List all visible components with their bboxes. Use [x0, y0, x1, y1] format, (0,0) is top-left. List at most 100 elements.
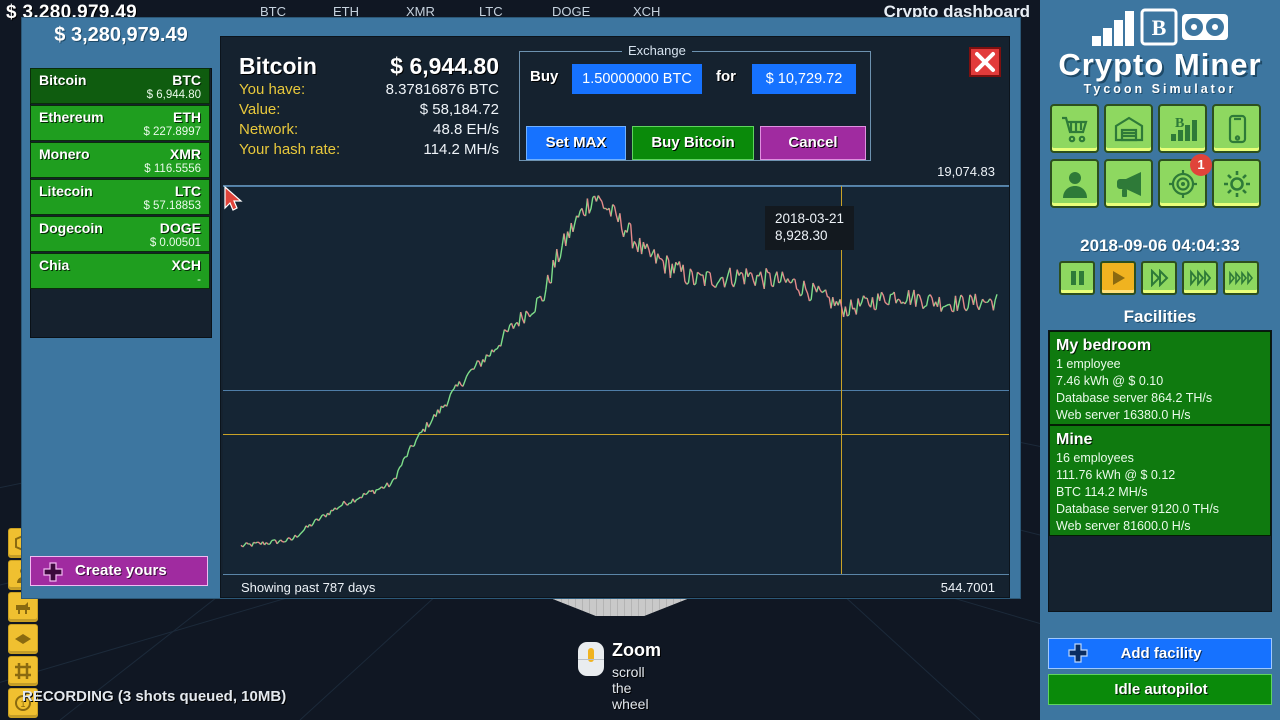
facility-name: Mine — [1056, 431, 1093, 448]
nav-icon-grid: B 1 — [1050, 104, 1278, 214]
play-button[interactable] — [1100, 261, 1136, 295]
facility-name: My bedroom — [1056, 337, 1152, 354]
info-value: $ 58,184.72 — [419, 101, 499, 118]
crypto-exchange-window: $ 3,280,979.49 Bitcoin BTC $ 6,944.80 Et… — [22, 18, 1020, 598]
info-row-network: Network: 48.8 EH/s — [239, 121, 499, 141]
facility-line: 111.76 kWh @ $ 0.12 — [1056, 468, 1176, 482]
pause-button[interactable] — [1059, 261, 1095, 295]
buy-amount-input[interactable] — [572, 64, 702, 94]
fast-forward-2x-button[interactable] — [1141, 261, 1177, 295]
svg-text:B: B — [1152, 15, 1167, 40]
person-icon[interactable] — [1050, 159, 1099, 208]
facility-line: Database server 9120.0 TH/s — [1056, 502, 1220, 516]
bitcoin-chart-icon[interactable]: B — [1158, 104, 1207, 153]
coin-row-chia[interactable]: Chia XCH - — [30, 253, 210, 289]
coin-name: Monero — [39, 146, 90, 162]
app-subtitle: Tycoon Simulator — [1083, 82, 1237, 96]
gear-icon[interactable] — [1212, 159, 1261, 208]
coin-detail-price: $ 6,944.80 — [390, 53, 499, 79]
coin-price: $ 0.00501 — [149, 237, 201, 249]
tooltip-date: 2018-03-21 — [775, 211, 845, 226]
coin-ticker: BTC — [172, 72, 201, 88]
exchange-panel: Exchange Buy for Set MAX Buy Bitcoin Can… — [519, 43, 871, 161]
mouse-cursor-icon — [224, 186, 243, 211]
facility-line: 1 employee — [1056, 357, 1121, 371]
smartphone-icon[interactable] — [1212, 104, 1261, 153]
megaphone-icon[interactable] — [1104, 159, 1153, 208]
coin-row-monero[interactable]: Monero XMR $ 116.5556 — [30, 142, 210, 178]
coin-price: $ 116.5556 — [144, 163, 201, 175]
chart-max-label: 19,074.83 — [937, 164, 995, 179]
target-icon[interactable]: 1 — [1158, 154, 1212, 208]
facility-line: 7.46 kWh @ $ 0.10 — [1056, 374, 1164, 388]
coin-row-dogecoin[interactable]: Dogecoin DOGE $ 0.00501 — [30, 216, 210, 252]
ticker-eth[interactable]: ETH — [333, 4, 359, 19]
svg-text:B: B — [1175, 116, 1184, 131]
facility-line: 16 employees — [1056, 451, 1134, 465]
facility-card-my-bedroom[interactable]: My bedroom 1 employee 7.46 kWh @ $ 0.10 … — [1049, 331, 1271, 425]
coin-detail-title: Bitcoin — [239, 53, 317, 79]
zoom-hint-sub: scroll the wheel — [612, 664, 649, 712]
info-value: 48.8 EH/s — [433, 121, 499, 138]
facilities-title: Facilities — [1123, 307, 1197, 326]
ticker-doge[interactable]: DOGE — [552, 4, 590, 19]
info-row-you-have: You have: 8.37816876 BTC — [239, 81, 499, 101]
ticker-xch[interactable]: XCH — [633, 4, 660, 19]
ticker-ltc[interactable]: LTC — [479, 4, 503, 19]
info-key: Your hash rate: — [239, 141, 341, 158]
shopping-cart-icon[interactable] — [1050, 104, 1099, 153]
set-max-button[interactable]: Set MAX — [526, 126, 626, 160]
coin-name: Ethereum — [39, 109, 104, 125]
coin-ticker: ETH — [173, 109, 201, 125]
fast-forward-3x-button[interactable] — [1182, 261, 1218, 295]
coin-name: Chia — [39, 257, 70, 273]
speed-controls — [1059, 261, 1264, 295]
coin-price: - — [197, 274, 201, 286]
idle-autopilot-button[interactable]: Idle autopilot — [1048, 674, 1272, 705]
coin-row-bitcoin[interactable]: Bitcoin BTC $ 6,944.80 — [30, 68, 210, 104]
coin-list[interactable]: Bitcoin BTC $ 6,944.80 Ethereum ETH $ 22… — [30, 68, 210, 290]
facility-card-mine[interactable]: Mine 16 employees 111.76 kWh @ $ 0.12 BT… — [1049, 425, 1271, 536]
buy-bitcoin-button[interactable]: Buy Bitcoin — [632, 126, 754, 160]
create-yours-button[interactable]: Create yours — [30, 556, 208, 586]
ticker-btc[interactable]: BTC — [260, 4, 286, 19]
logo-mark: B — [1090, 6, 1230, 53]
tooltip-price: 8,928.30 — [775, 228, 828, 243]
app-logo: Crypto Miner Tycoon Simulator — [1040, 48, 1280, 97]
coin-price: $ 6,944.80 — [146, 89, 201, 101]
coin-price: $ 57.18853 — [143, 200, 201, 212]
buy-word: Buy — [530, 68, 559, 85]
gem-icon[interactable] — [8, 624, 38, 654]
chart-min-label: 544.7001 — [940, 580, 995, 595]
grid-icon[interactable] — [8, 656, 38, 686]
facility-line: Web server 81600.0 H/s — [1056, 519, 1191, 533]
coin-row-litecoin[interactable]: Litecoin LTC $ 57.18853 — [30, 179, 210, 215]
facility-line: BTC 114.2 MH/s — [1056, 485, 1148, 499]
ticker-xmr[interactable]: XMR — [406, 4, 435, 19]
chart-series — [240, 195, 998, 548]
coin-ticker: LTC — [174, 183, 201, 199]
create-yours-label: Create yours — [75, 562, 167, 579]
add-facility-button[interactable]: Add facility — [1048, 638, 1272, 669]
coin-row-ethereum[interactable]: Ethereum ETH $ 227.8997 — [30, 105, 210, 141]
info-key: Value: — [239, 101, 281, 118]
close-icon[interactable] — [969, 47, 1001, 77]
info-row-value: Value: $ 58,184.72 — [239, 101, 499, 121]
add-facility-label: Add facility — [1120, 645, 1202, 662]
window-balance: $ 3,280,979.49 — [54, 24, 188, 46]
buy-cost-input[interactable] — [752, 64, 856, 94]
chart-tooltip: 2018-03-21 8,928.30 — [765, 206, 855, 250]
cancel-button[interactable]: Cancel — [760, 126, 866, 160]
right-sidebar: B Crypto Miner Tycoon Simulator B 1 2018… — [1040, 0, 1280, 720]
coin-ticker: XMR — [169, 146, 201, 162]
coin-ticker: XCH — [171, 257, 201, 273]
price-chart[interactable]: 2018-03-21 8,928.30 — [223, 185, 1009, 575]
warehouse-icon[interactable] — [1104, 104, 1153, 153]
plus-icon — [43, 562, 63, 582]
facilities-list: My bedroom 1 employee 7.46 kWh @ $ 0.10 … — [1048, 330, 1272, 612]
coin-name: Bitcoin — [39, 72, 87, 88]
coin-ticker: DOGE — [159, 220, 201, 236]
fast-forward-4x-button[interactable] — [1223, 261, 1259, 295]
coin-name: Dogecoin — [39, 220, 103, 236]
game-clock: 2018-09-06 04:04:33 — [1080, 236, 1240, 255]
